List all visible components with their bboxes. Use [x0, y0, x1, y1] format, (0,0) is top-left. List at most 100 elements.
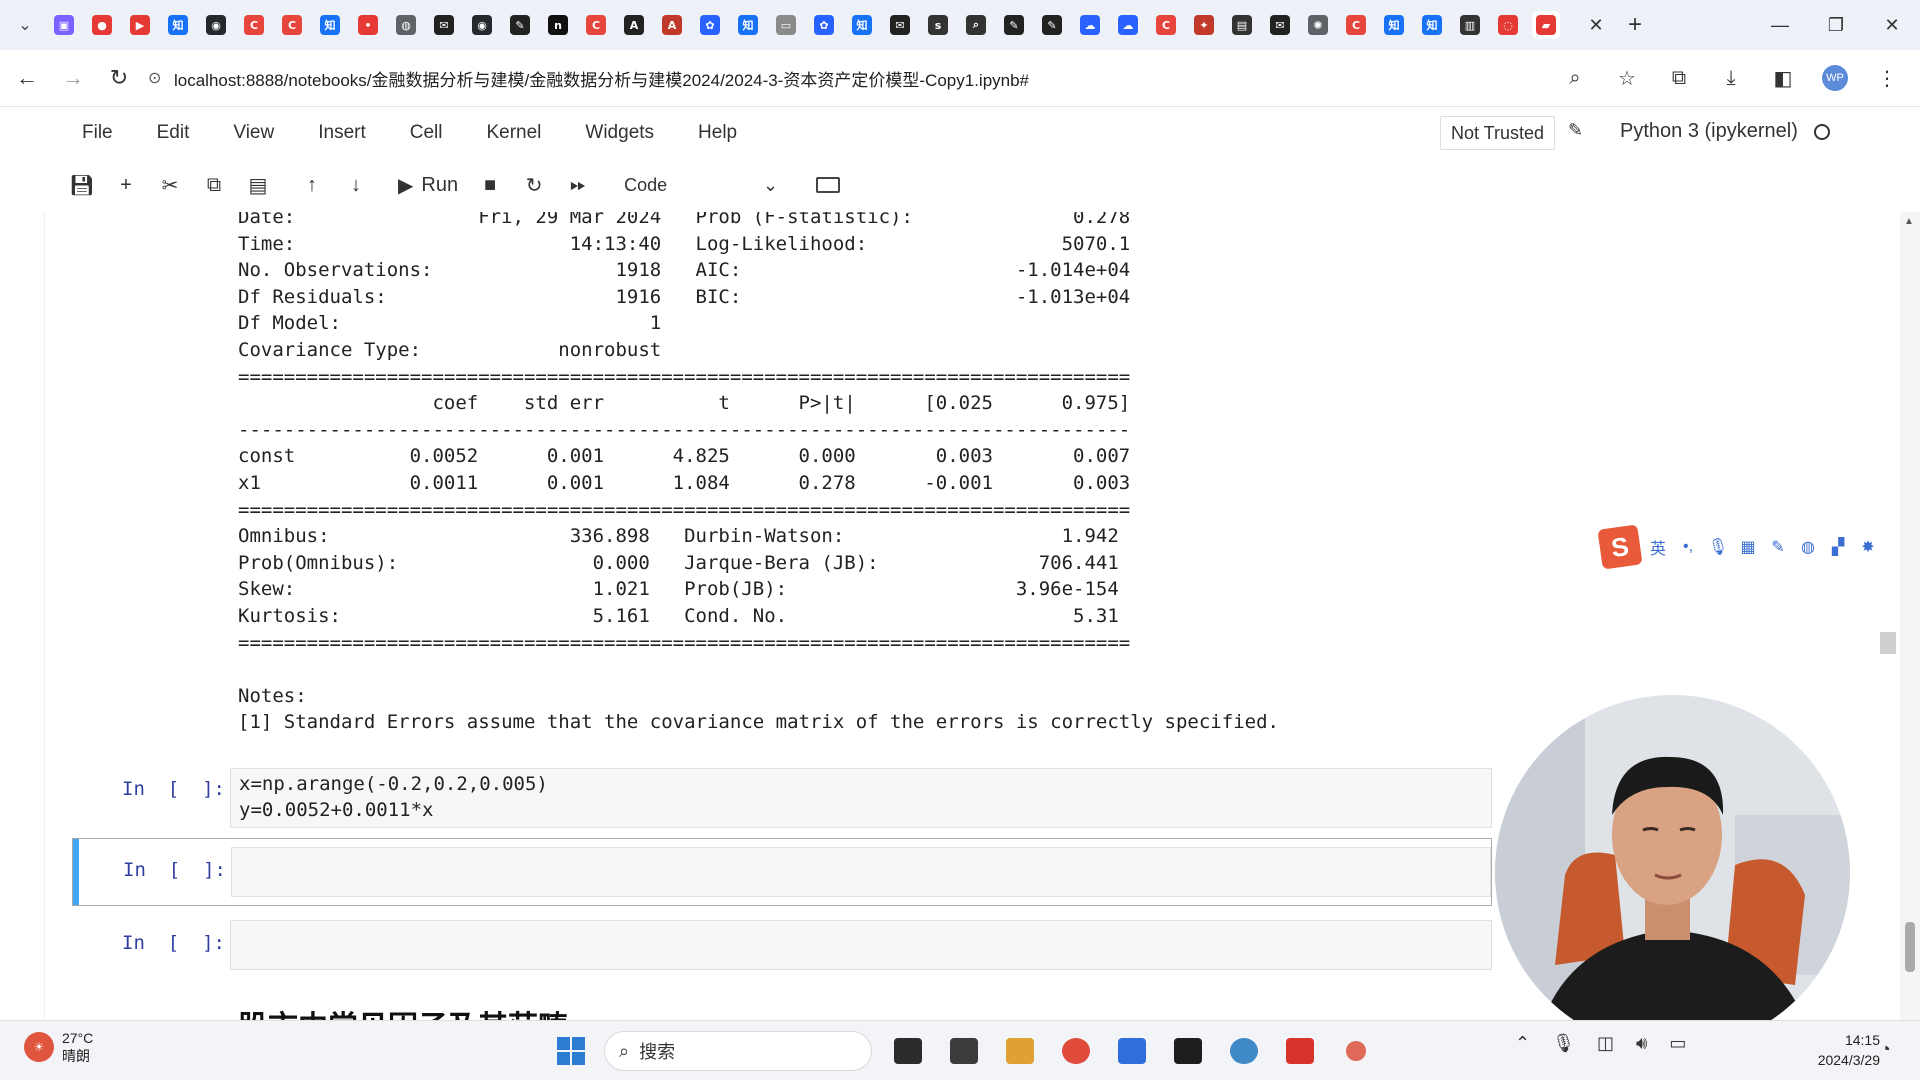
browser-tab[interactable]: C: [278, 11, 306, 39]
menu-help[interactable]: Help: [676, 122, 759, 144]
apps-grid-icon[interactable]: ▞: [1826, 535, 1850, 559]
tab-search-chevron-icon[interactable]: ⌄: [0, 0, 50, 50]
punctuation-icon[interactable]: •,: [1676, 535, 1700, 559]
browser-tab[interactable]: ▣: [50, 11, 78, 39]
cut-scissors-icon[interactable]: ✂: [148, 167, 192, 203]
browser-tab[interactable]: ✿: [696, 11, 724, 39]
not-trusted-button[interactable]: Not Trusted: [1440, 116, 1556, 150]
browser-tab[interactable]: ▥: [1456, 11, 1484, 39]
cell-type-select[interactable]: Code ⌄: [616, 169, 786, 201]
browser-tab[interactable]: ☁: [1114, 11, 1142, 39]
vivaldi-icon[interactable]: [1224, 1031, 1264, 1071]
back-arrow-icon[interactable]: ←: [8, 59, 46, 97]
keyboard-icon[interactable]: ▦: [1736, 535, 1760, 559]
interrupt-stop-icon[interactable]: ■: [468, 167, 512, 203]
tray-network-icon[interactable]: ◫: [1597, 1033, 1614, 1054]
move-down-arrow-icon[interactable]: ↓: [334, 167, 378, 203]
browser-tab[interactable]: ✉: [430, 11, 458, 39]
zoom-icon[interactable]: ⌕: [1558, 61, 1592, 95]
browser-tab[interactable]: n: [544, 11, 572, 39]
scroll-up-icon[interactable]: ▲: [1904, 216, 1914, 227]
wps-icon[interactable]: [1280, 1031, 1320, 1071]
browser-menu-icon[interactable]: ⋮: [1870, 61, 1904, 95]
taskbar-clock[interactable]: 14:15 2024/3/29: [1790, 1030, 1880, 1070]
browser-tab[interactable]: •: [354, 11, 382, 39]
microphone-icon[interactable]: 🎙︎: [1706, 535, 1730, 559]
menu-view[interactable]: View: [211, 122, 296, 144]
browser-tab[interactable]: ✉: [1266, 11, 1294, 39]
terminal-window-icon[interactable]: [944, 1031, 984, 1071]
code-input[interactable]: [231, 847, 1491, 897]
browser-tab[interactable]: ✎: [1038, 11, 1066, 39]
browser-tab[interactable]: ▰: [1532, 11, 1560, 39]
menu-file[interactable]: File: [60, 122, 135, 144]
browser-tab[interactable]: ◉: [202, 11, 230, 39]
tray-mic-icon[interactable]: 🎙︎: [1552, 1033, 1575, 1054]
browser-tab[interactable]: ✎: [1000, 11, 1028, 39]
code-cell[interactable]: In [ ]:: [72, 912, 1492, 976]
browser-tab[interactable]: 知: [1418, 11, 1446, 39]
save-icon[interactable]: 💾︎: [60, 167, 104, 203]
skin-icon[interactable]: ✎: [1766, 535, 1790, 559]
chat-icon[interactable]: ◍: [1796, 535, 1820, 559]
restart-run-all-icon[interactable]: ⏩︎: [556, 167, 600, 203]
code-cell-selected[interactable]: In [ ]:: [72, 838, 1492, 906]
browser-tab[interactable]: s: [924, 11, 952, 39]
url-field[interactable]: ⊙ localhost:8888/notebooks/金融数据分析与建模/金融数…: [148, 59, 1558, 97]
settings-icon[interactable]: ✸: [1856, 535, 1880, 559]
browser-tab[interactable]: 知: [1380, 11, 1408, 39]
browser-tab[interactable]: C: [582, 11, 610, 39]
browser-tab[interactable]: ◌: [1494, 11, 1522, 39]
browser-tab[interactable]: C: [240, 11, 268, 39]
command-palette-keyboard-icon[interactable]: [816, 177, 841, 193]
menu-edit[interactable]: Edit: [135, 122, 212, 144]
new-tab-button[interactable]: +: [1618, 8, 1652, 42]
kernel-name[interactable]: Python 3 (ipykernel): [1620, 120, 1798, 143]
file-explorer-icon[interactable]: [888, 1031, 928, 1071]
browser-tab[interactable]: 知: [164, 11, 192, 39]
download-icon[interactable]: ⤓: [1714, 61, 1748, 95]
cmd-icon[interactable]: [1168, 1031, 1208, 1071]
page-scrollbar[interactable]: ▲: [1900, 212, 1920, 1020]
browser-tab[interactable]: C: [1342, 11, 1370, 39]
taskbar-search[interactable]: ⌕ 搜索: [604, 1031, 872, 1071]
browser-tab[interactable]: ✎: [506, 11, 534, 39]
browser-tab[interactable]: A: [620, 11, 648, 39]
browser-tab[interactable]: ▭: [772, 11, 800, 39]
browser-tab[interactable]: ✿: [810, 11, 838, 39]
tray-volume-icon[interactable]: 🔊︎: [1636, 1033, 1647, 1054]
browser-tab[interactable]: ⌕: [962, 11, 990, 39]
code-cell[interactable]: In [ ]: x=np.arange(-0.2,0.2,0.005) y=0.…: [72, 760, 1492, 830]
url-text[interactable]: localhost:8888/notebooks/金融数据分析与建模/金融数据分…: [174, 66, 1029, 91]
weather-widget[interactable]: ☀ 27°C 晴朗: [24, 1029, 93, 1065]
browser-tab[interactable]: 知: [734, 11, 762, 39]
folder-icon[interactable]: [1000, 1031, 1040, 1071]
restore-icon[interactable]: ❐: [1808, 0, 1864, 50]
tab-close-icon[interactable]: ✕: [1582, 11, 1610, 39]
browser-tab[interactable]: C: [1152, 11, 1180, 39]
browser-tab[interactable]: ✦: [1190, 11, 1218, 39]
browser-tab[interactable]: ☁: [1076, 11, 1104, 39]
menu-cell[interactable]: Cell: [388, 122, 465, 144]
browser-tab[interactable]: ✺: [1304, 11, 1332, 39]
copy-icon[interactable]: ⧉: [192, 167, 236, 203]
menu-insert[interactable]: Insert: [296, 122, 388, 144]
feishu-icon[interactable]: [1112, 1031, 1152, 1071]
browser-tab[interactable]: ✉: [886, 11, 914, 39]
scrollbar-thumb[interactable]: [1905, 922, 1915, 972]
run-button[interactable]: ▶ Run: [388, 173, 468, 198]
chrome-icon[interactable]: [1056, 1031, 1096, 1071]
ime-language[interactable]: 英: [1646, 535, 1670, 559]
sogou-logo-icon[interactable]: S: [1597, 524, 1643, 570]
browser-tab[interactable]: ▶: [126, 11, 154, 39]
move-up-arrow-icon[interactable]: ↑: [290, 167, 334, 203]
restart-kernel-icon[interactable]: ↻: [512, 167, 556, 203]
browser-tab[interactable]: 知: [316, 11, 344, 39]
bookmark-star-icon[interactable]: ☆: [1610, 61, 1644, 95]
tray-battery-icon[interactable]: ▭: [1669, 1033, 1686, 1054]
profile-avatar[interactable]: WP: [1818, 61, 1852, 95]
menu-kernel[interactable]: Kernel: [464, 122, 563, 144]
notification-icon[interactable]: ◔: [1880, 1039, 1891, 1060]
start-windows-icon[interactable]: [554, 1034, 588, 1068]
menu-widgets[interactable]: Widgets: [563, 122, 676, 144]
